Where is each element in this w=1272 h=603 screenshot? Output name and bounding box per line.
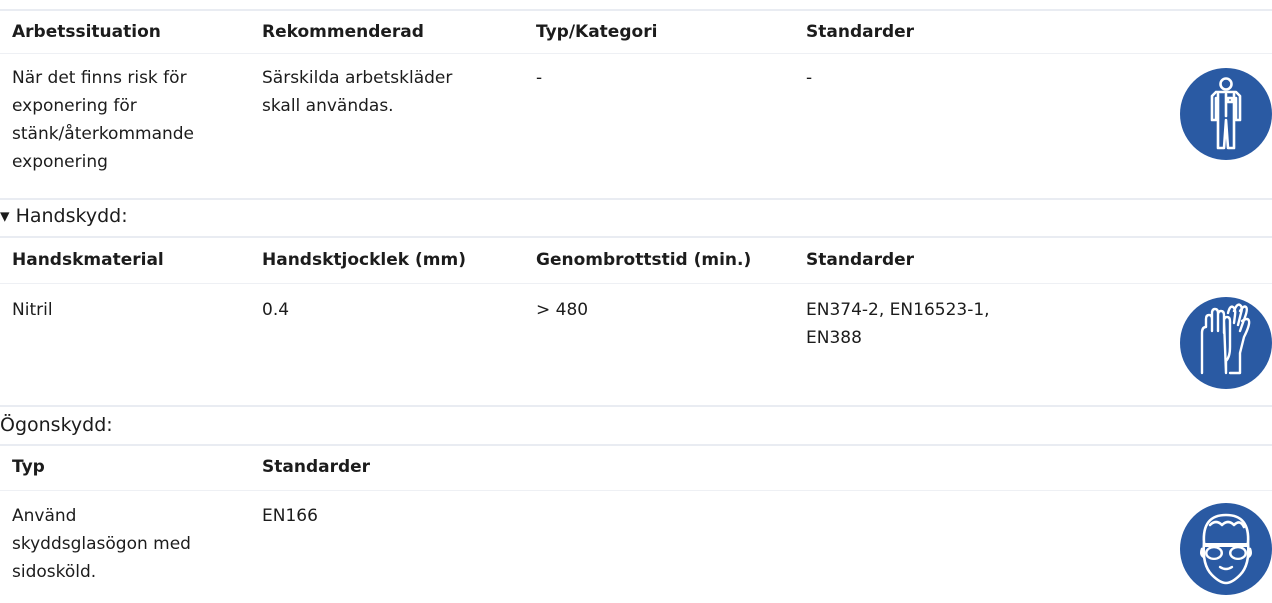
cell-standarder: -: [806, 68, 813, 88]
text-line: Använd: [12, 506, 77, 526]
text-line: sidosköld.: [12, 562, 97, 582]
divider: [0, 444, 1272, 446]
text-line: exponering för: [12, 96, 137, 116]
gloves-icon: [1180, 297, 1272, 389]
section-title-handskydd[interactable]: ▾ Handskydd:: [0, 202, 128, 230]
cell-rekommenderad: Särskilda arbetskläder skall användas.: [262, 64, 452, 120]
header-typ: Typ: [12, 457, 45, 477]
cell-typ-kategori: -: [536, 68, 543, 88]
header-divider: [0, 53, 1272, 54]
text-line: Särskilda arbetskläder: [262, 68, 453, 88]
text-line: skyddsglasögon med: [12, 534, 191, 554]
cell-handskmaterial: Nitril: [12, 300, 53, 320]
header-divider: [0, 490, 1272, 491]
header-typ-kategori: Typ/Kategori: [536, 22, 658, 42]
header-handskmaterial: Handskmaterial: [12, 250, 164, 270]
text-line: stänk/återkommande: [12, 124, 195, 144]
cell-handsktjocklek: 0.4: [262, 300, 290, 320]
text-line: exponering: [12, 152, 108, 172]
text-line: EN388: [806, 328, 862, 348]
protective-clothing-icon: [1180, 68, 1272, 160]
header-standarder: Standarder: [262, 457, 371, 477]
header-standarder: Standarder: [806, 250, 915, 270]
cell-typ: Använd skyddsglasögon med sidosköld.: [12, 502, 191, 586]
header-divider: [0, 283, 1272, 284]
cell-arbetssituation: När det finns risk för exponering för st…: [12, 64, 194, 176]
cell-genombrottstid: > 480: [536, 300, 589, 320]
section-title-ogonskydd: Ögonskydd:: [0, 414, 113, 436]
divider: [0, 9, 1272, 11]
divider: [0, 198, 1272, 200]
text-line: skall användas.: [262, 96, 394, 116]
cell-standarder: EN166: [262, 506, 318, 526]
header-handsktjocklek: Handsktjocklek (mm): [262, 250, 466, 270]
cell-standarder: EN374-2, EN16523-1, EN388: [806, 296, 990, 352]
text-line: EN374-2, EN16523-1,: [806, 300, 990, 320]
text-line: När det finns risk för: [12, 68, 187, 88]
divider: [0, 236, 1272, 238]
safety-goggles-icon: [1180, 503, 1272, 595]
header-standarder: Standarder: [806, 22, 915, 42]
header-rekommenderad: Rekommenderad: [262, 22, 424, 42]
header-genombrottstid: Genombrottstid (min.): [536, 250, 752, 270]
divider: [0, 405, 1272, 407]
header-arbetssituation: Arbetssituation: [12, 22, 161, 42]
